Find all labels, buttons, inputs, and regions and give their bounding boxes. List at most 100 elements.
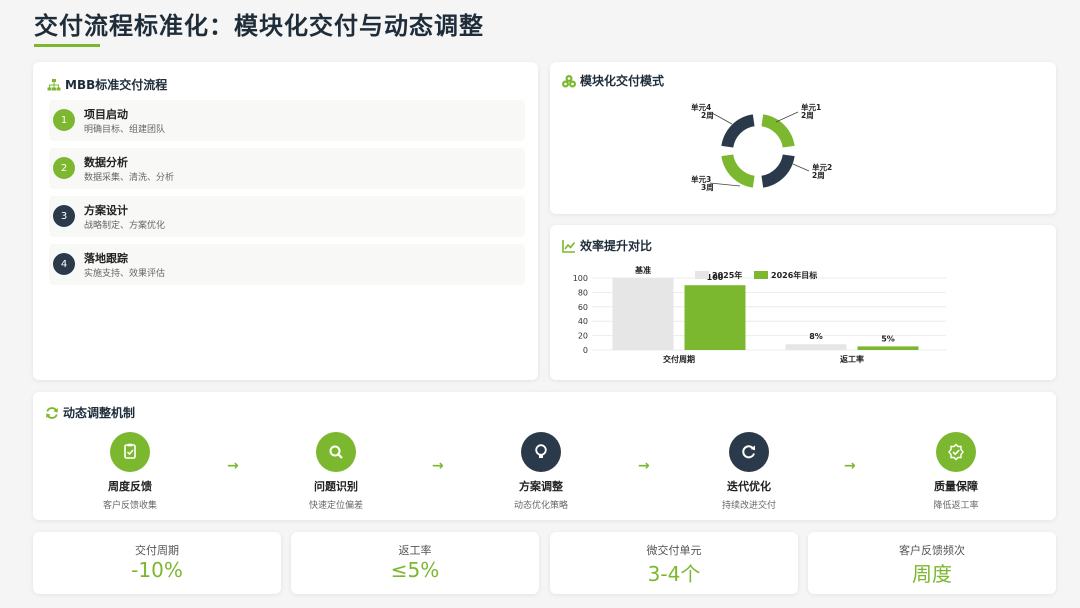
step-title: 落地跟踪 [84,252,128,265]
donut-leader-line [775,111,799,123]
mechanism-step-circle [521,432,561,472]
mechanism-step-circle [729,432,769,472]
metric-value: -10% [131,558,183,582]
step-description: 战略制定、方案优化 [84,221,166,231]
search-icon [329,445,343,459]
bar-data-label: 基准 [634,265,651,275]
donut-slice [761,154,795,188]
mechanism-step-title: 质量保障 [934,480,978,493]
legend-swatch [754,271,768,279]
step-number: 4 [53,253,75,275]
page-title: 交付流程标准化：模块化交付与动态调整 [34,12,484,40]
bar-data-label: 5% [881,334,895,343]
donut-unit-duration: 2周 [701,111,714,120]
step-title: 数据分析 [84,156,128,169]
bar-1 [684,285,746,350]
metric-value: 3-4个 [647,562,701,586]
metric-value: 周度 [912,562,952,586]
y-tick-label: 40 [578,317,588,326]
y-tick-label: 80 [578,288,588,297]
flow-step: 4 落地跟踪 实施支持、效果评估 [49,244,525,285]
donut-slice [761,114,795,148]
y-tick-label: 100 [573,274,588,283]
x-tick-label: 返工率 [840,354,864,364]
refresh-icon [742,445,755,459]
arrow-right-icon: → [638,458,650,474]
donut-unit-duration: 2周 [801,111,814,120]
metric-card: 交付周期 -10% [33,532,281,594]
legend-label: 2025年 [712,270,742,280]
donut-leader-line [709,182,741,187]
step-title: 项目启动 [84,108,128,121]
org-chart-icon [47,78,61,90]
metric-label: 客户反馈频次 [899,544,965,557]
metric-card: 返工率 ≤5% [291,532,539,594]
efficiency-bar-chart: 020406080100基准100交付周期8% 5%返工率2025年 2026年目标 [573,265,946,364]
step-description: 明确目标、组建团队 [84,125,166,135]
mechanism-card: 动态调整机制 周度反馈 客户反馈收集 问题识别 快速定位偏差 方案调整 动态优化策略 迭代优… [33,392,1056,520]
donut-leader-line [711,112,733,125]
arrow-right-icon: → [227,458,239,474]
y-tick-label: 60 [578,303,588,312]
donut-unit-duration: 3周 [701,183,714,192]
mechanism-heading: 动态调整机制 [63,406,136,420]
mechanism-step-title: 周度反馈 [108,480,152,493]
x-tick-label: 交付周期 [663,354,695,364]
mechanism-step-title: 迭代优化 [727,480,771,493]
bar-1 [857,346,919,350]
bar-0 [785,344,847,350]
metric-label: 返工率 [398,544,432,557]
flow-step: 2 数据分析数据采集、清洗、分析 [49,148,525,189]
mechanism-step-desc: 降低返工率 [933,501,979,511]
bar-0 [612,278,674,350]
metric-card: 微交付单元 3-4个 [550,532,798,594]
flow-header: MBB标准交付流程 [47,76,167,93]
clipboard-icon [124,443,136,459]
donut-slice [721,114,755,148]
donut-unit-duration: 2周 [812,171,825,180]
flow-step: 1 项目启动明确目标、组建团队 [49,100,525,141]
efficiency-card: 效率提升对比 0 20 40 60 80 100 基准 100 交付周期 8% 5% 返工率 2025年… [550,225,1056,380]
legend-swatch [695,271,709,279]
metric-card: 客户反馈频次 周度 [808,532,1056,594]
mechanism-step: 方案调整动态优化策略 [486,432,596,511]
mechanism-step-desc: 持续改进交付 [721,501,776,511]
mechanism-step-circle [936,432,976,472]
mechanism-step: 问题识别快速定位偏差 [281,432,391,511]
metric-label: 交付周期 [135,544,179,557]
step-number: 1 [53,109,75,131]
donut-slice [721,154,755,188]
mechanism-step-circle [316,432,356,472]
flow-card: MBB标准交付流程 1 项目启动明确目标、组建团队 2 数据分析数据采集、清洗、分析 3… [33,62,538,380]
bar-data-label: 8% [809,332,823,341]
refresh-icon [46,406,58,419]
step-number: 3 [53,205,75,227]
mechanism-step-circle [110,432,150,472]
flow-step: 3 方案设计战略制定、方案优化 [49,196,525,237]
mechanism-header: 动态调整机制 [45,404,135,421]
y-tick-label: 0 [583,346,588,355]
mechanism-step-title: 方案调整 [519,480,563,493]
y-tick-label: 20 [578,332,588,341]
mechanism-step: 迭代优化持续改进交付 [694,432,804,511]
mechanism-step-desc: 动态优化策略 [513,501,568,511]
donut-leader-line [792,163,810,172]
module-donut-chart: 单元12周单元22周单元33周单元42周 [691,102,832,192]
step-number: 2 [53,157,75,179]
mechanism-step-desc: 快速定位偏差 [308,501,363,511]
lightbulb-icon [535,444,547,458]
step-title: 方案设计 [84,204,128,217]
check-badge-icon [948,443,964,461]
mechanism-step-desc: 客户反馈收集 [102,501,157,511]
title-underline [34,44,100,47]
step-description: 数据采集、清洗、分析 [84,173,175,183]
mechanism-step: 周度反馈客户反馈收集 [75,432,185,511]
metric-value: ≤5% [390,558,440,582]
arrow-right-icon: → [844,458,856,474]
flow-heading: MBB标准交付流程 [65,78,168,92]
metric-label: 微交付单元 [646,544,702,557]
legend-label: 2026年目标 [771,270,817,280]
mechanism-step-title: 问题识别 [314,480,358,493]
mechanism-step: 质量保障 降低返工率 [901,432,1011,511]
module-card: 模块化交付模式 单元1 2周 单元2 2周 单元3 3周 单元4 2周 [550,62,1056,214]
